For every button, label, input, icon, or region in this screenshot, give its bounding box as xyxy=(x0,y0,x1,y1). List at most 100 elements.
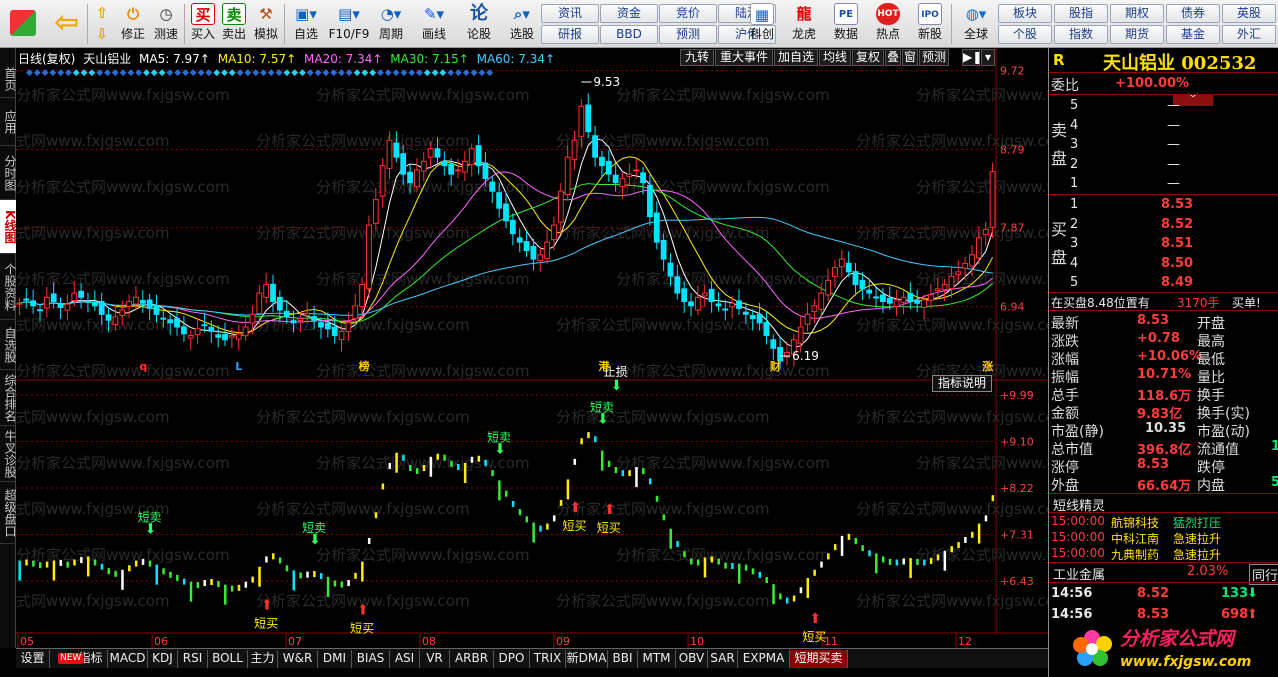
watermark: 分析家公式网www.fxjgsw.com xyxy=(856,408,1048,426)
market-link-1-4[interactable]: 外汇 xyxy=(1222,25,1276,44)
indicator-tab-7[interactable]: W&R xyxy=(278,650,318,668)
chart-tool-1[interactable]: 重大事件 xyxy=(715,49,773,66)
kline-chart[interactable]: 分析家公式网www.fxjgsw.com 分析家公式网www.fxjgsw.com… xyxy=(16,48,1048,648)
chart-tool-4[interactable]: 复权 xyxy=(852,49,884,66)
site-logo: 分析家公式网 www.fxjgsw.com xyxy=(1070,620,1278,677)
favorite-button[interactable]: ▣▾ 自选 xyxy=(288,2,324,46)
quick-link-0-0[interactable]: 资讯 xyxy=(541,4,599,23)
market-link-1-2[interactable]: 期货 xyxy=(1110,25,1164,44)
indicator-tab-19[interactable]: SAR xyxy=(708,650,738,668)
speed-test-button[interactable]: ◷ 测速 xyxy=(151,2,181,46)
watermark: 分析家公式网www.fxjgsw.com xyxy=(256,408,470,426)
indicator-tab-10[interactable]: ASI xyxy=(390,650,420,668)
indicator-tab-21[interactable]: 短期买卖 xyxy=(790,650,848,668)
chevron-down-icon[interactable]: ▾ xyxy=(981,49,995,66)
indicator-tab-8[interactable]: DMI xyxy=(318,650,352,668)
market-link-0-3[interactable]: 债券 xyxy=(1166,4,1220,23)
fix-button[interactable]: ⏻ 修正 xyxy=(118,2,148,46)
f10-button[interactable]: ▤▾ F10/F9 xyxy=(328,2,370,46)
indicator-tab-17[interactable]: MTM xyxy=(638,650,676,668)
longhu-button[interactable]: 龍 龙虎 xyxy=(786,2,822,46)
chart-tool-6[interactable]: 窗 xyxy=(902,49,918,66)
period-button[interactable]: ◔▾ 周期 xyxy=(373,2,409,46)
indicator-tab-15[interactable]: 新DMA xyxy=(566,650,608,668)
signal-bar xyxy=(107,568,111,575)
indicator-tab-18[interactable]: OBV xyxy=(676,650,708,668)
quick-link-0-2[interactable]: 竞价 xyxy=(659,4,717,23)
chart-tool-3[interactable]: 均线 xyxy=(819,49,851,66)
signal-bar xyxy=(607,460,611,467)
indicator-tab-2[interactable]: MACD xyxy=(108,650,148,668)
market-link-0-2[interactable]: 期权 xyxy=(1110,4,1164,23)
indicator-tab-9[interactable]: BIAS xyxy=(352,650,390,668)
back-button[interactable]: ⇦ xyxy=(46,2,86,46)
signal-bar xyxy=(114,570,117,577)
left-tab-2[interactable]: 分时图 xyxy=(0,146,17,200)
hot-button[interactable]: HOT 热点 xyxy=(870,2,906,46)
left-tab-0[interactable]: 首页 xyxy=(0,60,17,98)
scroll-right-icon[interactable]: ▶❚ xyxy=(962,49,982,66)
signal-bar xyxy=(326,576,330,597)
quick-link-1-1[interactable]: BBD xyxy=(600,25,658,44)
pick-stock-button[interactable]: ⌕▾ 选股 xyxy=(502,2,542,46)
chart-tool-7[interactable]: 预测 xyxy=(919,49,949,66)
left-tab-6[interactable]: 综合排名 xyxy=(0,370,17,426)
indicator-tab-0[interactable]: 设置 xyxy=(16,650,50,668)
market-link-0-4[interactable]: 英股 xyxy=(1222,4,1276,23)
sell-level: 5 xyxy=(1070,98,1079,113)
left-tab-8[interactable]: 超级盘口 xyxy=(0,482,17,544)
signal-bar xyxy=(806,578,810,599)
kechuang-button[interactable]: ▦ 科创 xyxy=(744,2,780,46)
chart-tool-5[interactable]: 叠 xyxy=(885,49,901,66)
indicator-tab-3[interactable]: KDJ xyxy=(148,650,178,668)
chart-tool-2[interactable]: 加自选 xyxy=(774,49,818,66)
quick-link-0-1[interactable]: 资金 xyxy=(600,4,658,23)
toolbar: ⇦ ⇧ ⇩ ⏻ 修正 ◷ 测速 买 买入 卖 卖出 ⚒ 模拟 ▣▾ 自选 ▤▾ … xyxy=(0,0,1278,48)
signal-bar xyxy=(991,495,995,502)
indicator-tab-4[interactable]: RSI xyxy=(178,650,208,668)
quick-link-1-2[interactable]: 预测 xyxy=(659,25,717,44)
left-tab-3[interactable]: K线图 xyxy=(0,200,17,254)
buy-price: 8.53 xyxy=(1161,197,1194,212)
indicator-tab-11[interactable]: VR xyxy=(420,650,450,668)
data-button[interactable]: PE 数据 xyxy=(828,2,864,46)
left-tab-5[interactable]: 自选股 xyxy=(0,320,17,370)
indicator-tab-20[interactable]: EXPMA xyxy=(738,650,790,668)
market-link-0-0[interactable]: 板块 xyxy=(998,4,1052,23)
indicator-tab-12[interactable]: ARBR xyxy=(450,650,494,668)
left-tab-4[interactable]: 个股资料 xyxy=(0,254,17,320)
indicator-tab-13[interactable]: DPO xyxy=(494,650,530,668)
sell-button[interactable]: 卖 卖出 xyxy=(219,2,249,46)
event-diamond-icon: ◆ xyxy=(393,68,400,78)
buy-button[interactable]: 买 买入 xyxy=(188,2,218,46)
simulate-button[interactable]: ⚒ 模拟 xyxy=(251,2,281,46)
drawline-button[interactable]: ✎▾ 画线 xyxy=(416,2,452,46)
watermark: 分析家公式网www.fxjgsw.com xyxy=(556,224,770,242)
new-stock-button[interactable]: IPO 新股 xyxy=(912,2,948,46)
event-diamond-icon: ◆ xyxy=(252,68,259,78)
buy-level: 1 xyxy=(1070,197,1079,212)
quick-link-1-0[interactable]: 研报 xyxy=(541,25,599,44)
market-link-1-1[interactable]: 指数 xyxy=(1054,25,1108,44)
left-tab-1[interactable]: 应用 xyxy=(0,98,17,146)
industry-name[interactable]: 工业金属 xyxy=(1053,564,1105,583)
event-diamond-icon: ◆ xyxy=(104,68,111,78)
global-button[interactable]: ◍▾ 全球 xyxy=(955,2,997,46)
market-link-0-1[interactable]: 股指 xyxy=(1054,4,1108,23)
page-up-down-button[interactable]: ⇧ ⇩ xyxy=(90,2,114,46)
indicator-tab-5[interactable]: BOLL xyxy=(208,650,248,668)
market-link-1-0[interactable]: 个股 xyxy=(998,25,1052,44)
discuss-button[interactable]: 论 论股 xyxy=(462,2,496,46)
left-tab-7[interactable]: 牛叉诊股 xyxy=(0,426,17,482)
market-link-1-3[interactable]: 基金 xyxy=(1166,25,1220,44)
main-menu-button[interactable] xyxy=(6,2,40,46)
chart-tool-0[interactable]: 九转 xyxy=(680,49,714,66)
signal-bar xyxy=(895,559,899,566)
indicator-tab-14[interactable]: TRIX xyxy=(530,650,566,668)
indicator-explain-button[interactable]: 指标说明 xyxy=(932,375,992,392)
event-diamond-icon: ◆ xyxy=(260,68,267,78)
indicator-tab-6[interactable]: 主力 xyxy=(248,650,278,668)
signal-bar xyxy=(86,556,90,577)
indicator-tab-16[interactable]: BBI xyxy=(608,650,638,668)
watermark: 分析家公式网www.fxjgsw.com xyxy=(916,454,1048,472)
